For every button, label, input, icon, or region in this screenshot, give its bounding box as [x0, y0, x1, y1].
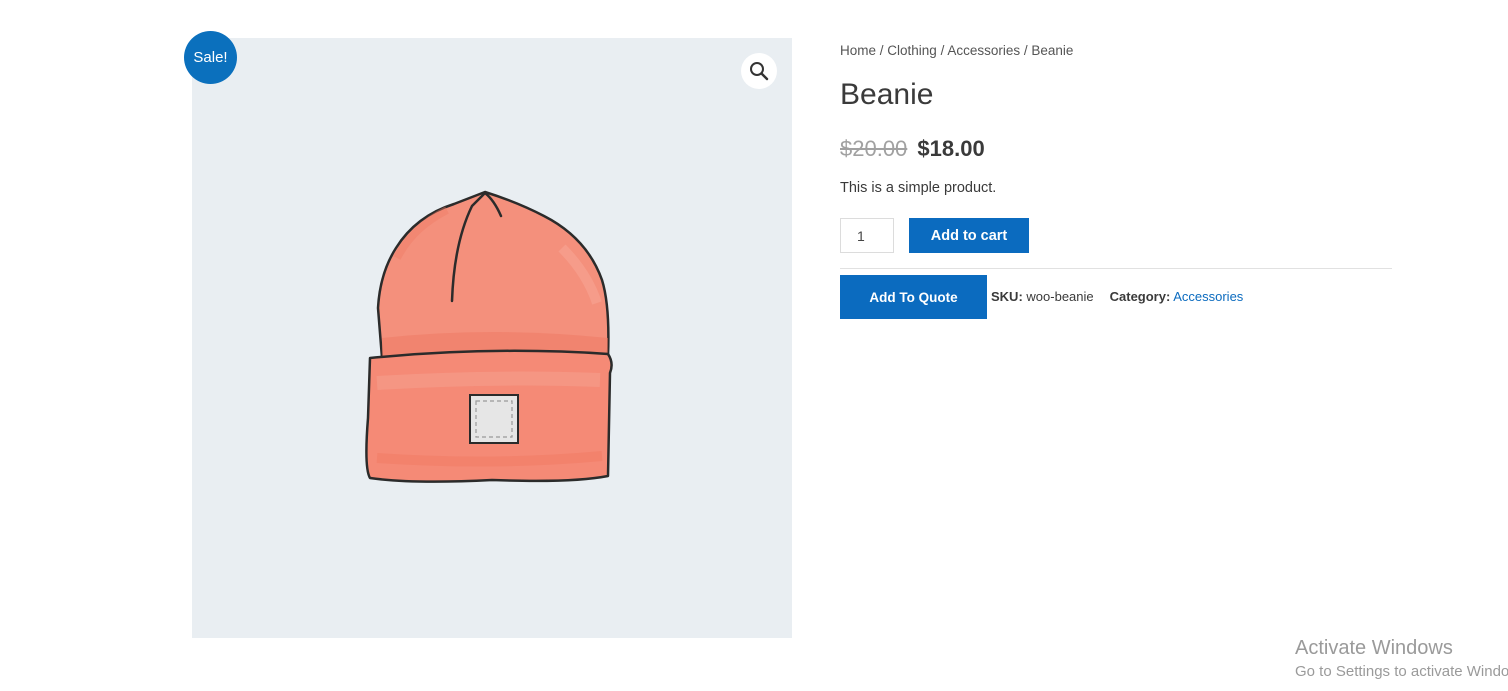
- add-to-cart-button[interactable]: Add to cart: [909, 218, 1029, 253]
- sale-price: $18.00: [917, 136, 985, 161]
- sale-badge: Sale!: [184, 31, 237, 84]
- product-price: $20.00 $18.00: [840, 136, 985, 162]
- breadcrumb-home[interactable]: Home: [840, 43, 876, 58]
- breadcrumb-accessories[interactable]: Accessories: [947, 43, 1020, 58]
- regular-price: $20.00: [840, 136, 908, 161]
- sku-value: woo-beanie: [1026, 289, 1094, 304]
- sku-label: SKU:: [991, 289, 1023, 304]
- breadcrumb-current: Beanie: [1031, 43, 1074, 58]
- beanie-patch: [469, 394, 519, 444]
- watermark-subtitle: Go to Settings to activate Windows.: [1295, 663, 1508, 680]
- product-meta: SKU: woo-beanie Category: Accessories: [991, 289, 1243, 304]
- short-description: This is a simple product.: [840, 180, 997, 196]
- breadcrumb-separator: /: [876, 43, 888, 58]
- breadcrumb-clothing[interactable]: Clothing: [887, 43, 937, 58]
- breadcrumb: Home / Clothing / Accessories / Beanie: [840, 43, 1073, 58]
- breadcrumb-separator: /: [1020, 43, 1032, 58]
- quantity-input[interactable]: [840, 218, 894, 253]
- add-to-quote-button[interactable]: Add To Quote: [840, 275, 987, 319]
- beanie-illustration: [365, 190, 613, 483]
- category-link[interactable]: Accessories: [1173, 289, 1243, 304]
- breadcrumb-separator: /: [936, 43, 948, 58]
- product-title: Beanie: [840, 78, 934, 111]
- product-image[interactable]: [192, 38, 792, 638]
- category-label: Category:: [1109, 289, 1171, 304]
- watermark-title: Activate Windows: [1295, 637, 1453, 659]
- divider: [840, 268, 1392, 269]
- windows-activation-watermark: Activate Windows Go to Settings to activ…: [1295, 637, 1508, 680]
- magnifier-icon[interactable]: [741, 53, 777, 89]
